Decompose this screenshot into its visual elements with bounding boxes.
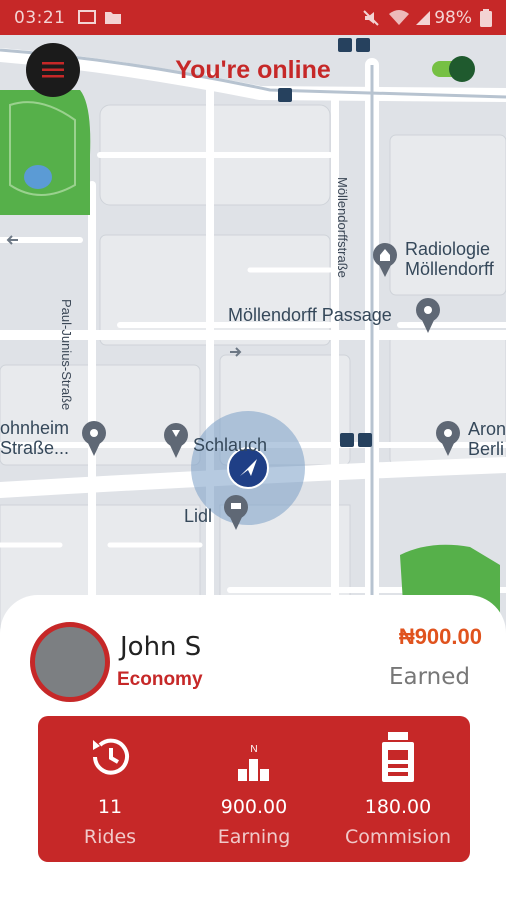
- stat-commission[interactable]: 180.00 Commision: [326, 716, 470, 862]
- stats-card: 11 Rides N 900.00 Earning 180.00 Commisi…: [38, 716, 470, 862]
- driver-name: John S: [120, 632, 202, 662]
- earned-amount: ₦900.00: [398, 624, 482, 649]
- stat-rides[interactable]: 11 Rides: [38, 716, 182, 862]
- poi-label[interactable]: Radiologie Möllendorff: [405, 239, 494, 279]
- status-bar: 03:21 98%: [0, 0, 506, 35]
- screen-cast-icon: [78, 9, 96, 30]
- online-toggle[interactable]: [430, 55, 478, 83]
- battery-icon: [480, 9, 492, 32]
- currency-caption: N: [250, 744, 258, 755]
- avatar[interactable]: [30, 622, 110, 702]
- mute-icon: [362, 9, 380, 32]
- poi-label[interactable]: Möllendorff Passage: [228, 305, 392, 325]
- battery-percent: 98%: [434, 8, 472, 28]
- ride-type: Economy: [117, 669, 203, 690]
- folder-icon: [104, 9, 122, 30]
- rides-value: 11: [97, 796, 123, 818]
- wifi-icon: [388, 9, 410, 32]
- street-label: Möllendorffstraße: [335, 177, 350, 278]
- poi-label[interactable]: ohnheim Straße...: [0, 418, 69, 458]
- receipt-icon: [326, 732, 470, 784]
- street-label: Paul-Junius-Straße: [59, 299, 74, 411]
- history-icon: [38, 732, 182, 782]
- status-time: 03:21: [14, 8, 66, 28]
- earning-value: 900.00: [220, 796, 288, 818]
- stat-earning[interactable]: N 900.00 Earning: [182, 716, 326, 862]
- earned-label: Earned: [388, 664, 470, 690]
- poi-label[interactable]: Schlauch: [193, 435, 267, 455]
- commission-label: Commision: [344, 826, 452, 848]
- rides-label: Rides: [83, 826, 137, 848]
- earnings-chart-icon: N: [182, 744, 326, 781]
- map-view[interactable]: Paul-Junius-Straße Möllendorffstraße Rad…: [0, 35, 506, 635]
- signal-icon: [414, 9, 432, 32]
- poi-label[interactable]: Aron Berli: [468, 419, 506, 459]
- commission-value: 180.00: [364, 796, 432, 818]
- earning-label: Earning: [217, 826, 291, 848]
- poi-label[interactable]: Lidl: [184, 506, 212, 526]
